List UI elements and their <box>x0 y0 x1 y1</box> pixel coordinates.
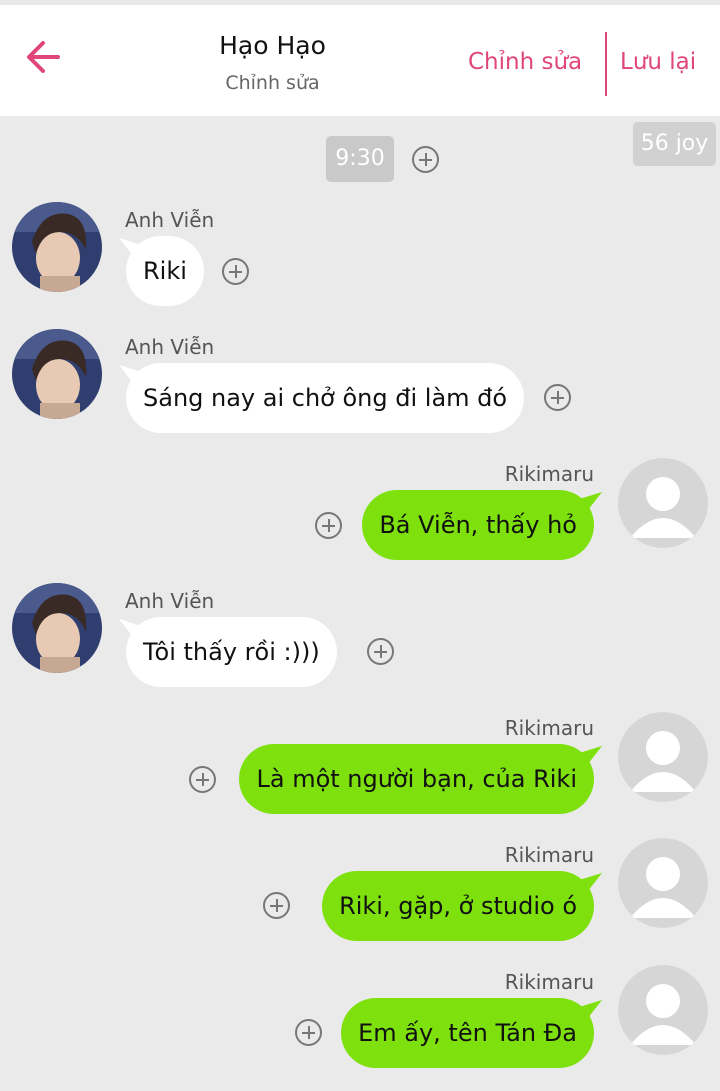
sender-name: Anh Viễn <box>125 208 215 232</box>
joy-badge: 56 joy <box>633 122 716 166</box>
plus-circle-icon[interactable] <box>544 384 571 411</box>
message-bubble[interactable]: Riki <box>126 236 204 306</box>
avatar <box>12 202 102 292</box>
plus-circle-icon[interactable] <box>222 258 249 285</box>
plus-circle-icon[interactable] <box>263 892 290 919</box>
avatar <box>12 583 102 673</box>
message-bubble[interactable]: Sáng nay ai chở ông đi làm đó <box>126 363 525 433</box>
avatar-placeholder <box>618 458 708 548</box>
save-button[interactable]: Lưu lại <box>620 49 696 75</box>
arrow-left-icon <box>27 41 60 73</box>
chat-header: Hạo Hạo Chỉnh sửa Chỉnh sửa Lưu lại <box>0 5 720 116</box>
message-bubble[interactable]: Em ấy, tên Tán Đa <box>341 998 594 1068</box>
chat-subtitle: Chỉnh sửa <box>225 72 320 94</box>
plus-circle-icon[interactable] <box>367 638 394 665</box>
plus-circle-icon[interactable] <box>412 146 439 173</box>
header-divider <box>605 32 607 96</box>
sender-name: Anh Viễn <box>125 335 215 359</box>
sender-name: Rikimaru <box>504 462 594 486</box>
avatar <box>12 329 102 419</box>
chat-title: Hạo Hạo <box>219 31 326 60</box>
sender-name: Anh Viễn <box>125 589 215 613</box>
sender-name: Rikimaru <box>504 716 594 740</box>
message-bubble[interactable]: Là một người bạn, của Riki <box>239 744 594 814</box>
back-button[interactable] <box>22 35 66 79</box>
plus-circle-icon[interactable] <box>189 766 216 793</box>
sender-name: Rikimaru <box>504 843 594 867</box>
sender-name: Rikimaru <box>504 970 594 994</box>
edit-button[interactable]: Chỉnh sửa <box>468 49 582 75</box>
message-bubble[interactable]: Tôi thấy rồi :))) <box>126 617 337 687</box>
avatar-placeholder <box>618 838 708 928</box>
avatar-placeholder <box>618 712 708 802</box>
chat-area: 9:30 56 joy Anh Viễn Riki Anh Viễn Sáng … <box>0 116 720 1091</box>
plus-circle-icon[interactable] <box>295 1019 322 1046</box>
message-bubble[interactable]: Bá Viễn, thấy hỏ <box>362 490 594 560</box>
plus-circle-icon[interactable] <box>315 512 342 539</box>
message-bubble[interactable]: Riki, gặp, ở studio ó <box>322 871 594 941</box>
avatar-placeholder <box>618 965 708 1055</box>
time-badge[interactable]: 9:30 <box>326 136 394 182</box>
